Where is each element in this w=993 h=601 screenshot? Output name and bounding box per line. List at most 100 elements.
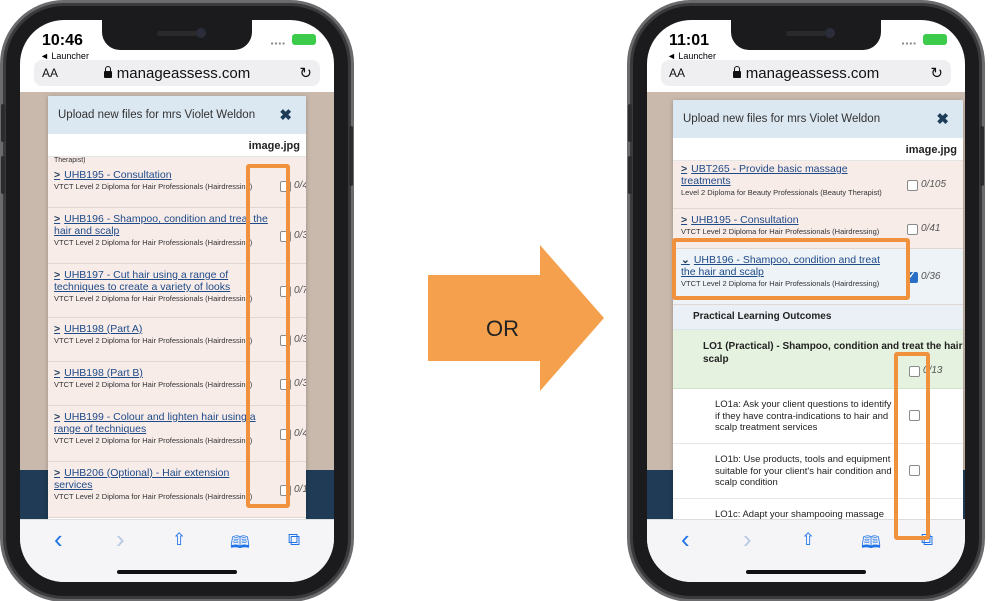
- lo1-checkbox[interactable]: [909, 366, 920, 377]
- chevron-right-icon[interactable]: >: [54, 367, 60, 379]
- modal-header: Upload new files for mrs Violet Weldon ✖: [673, 100, 963, 138]
- bookmarks-icon[interactable]: 🕮: [861, 530, 881, 559]
- unit-row[interactable]: > UHB195 - Consultation VTCT Level 2 Diplo…: [48, 164, 306, 208]
- camera: [825, 28, 835, 38]
- unit-title-link[interactable]: > UHB199 - Colour and lighten hair using …: [54, 411, 268, 435]
- url-label[interactable]: manageassess.com: [661, 65, 951, 82]
- cut-off-text: Therapist): [48, 157, 306, 164]
- chevron-right-icon[interactable]: >: [54, 323, 60, 335]
- learning-outcome-row[interactable]: LO1b: Use products, tools and equipment …: [673, 444, 963, 499]
- chevron-right-icon[interactable]: >: [681, 214, 687, 226]
- qualification-label: VTCT Level 2 Diploma for Hair Profession…: [54, 294, 253, 303]
- bookmarks-icon[interactable]: 🕮: [230, 530, 250, 559]
- file-checkbox[interactable]: [280, 231, 291, 242]
- outcome-checkbox[interactable]: [909, 410, 920, 421]
- home-indicator: [117, 570, 237, 574]
- unit-title-link[interactable]: > UHB206 (Optional) - Hair extension serv…: [54, 467, 268, 491]
- file-checkbox[interactable]: [907, 270, 918, 283]
- unit-row[interactable]: > UHB197 - Cut hair using a range of tech…: [48, 264, 306, 318]
- chevron-down-icon[interactable]: ⌄: [681, 254, 690, 266]
- chevron-right-icon[interactable]: >: [54, 269, 60, 281]
- unit-row[interactable]: > UBT265 - Provide basic massage treatmen…: [673, 161, 963, 209]
- share-icon[interactable]: ⇧: [172, 530, 186, 550]
- battery-icon: [292, 34, 316, 45]
- unit-row[interactable]: > UHB195 - Consultation VTCT Level 2 Diplo…: [673, 209, 963, 249]
- forward-icon[interactable]: ›: [116, 524, 125, 555]
- modal-title: Upload new files for mrs Violet Weldon: [683, 113, 881, 125]
- unit-title-text: UHB196 - Shampoo, condition and treat th…: [54, 213, 268, 237]
- unit-title-link[interactable]: > UHB195 - Consultation: [54, 169, 268, 181]
- tabs-icon[interactable]: ⧉: [921, 530, 933, 550]
- file-checkbox[interactable]: [280, 286, 291, 297]
- address-bar[interactable]: AA manageassess.com ↻: [661, 60, 951, 86]
- unit-list: > UHB195 - Consultation VTCT Level 2 Diplo…: [48, 164, 306, 518]
- reload-icon[interactable]: ↻: [299, 64, 312, 82]
- upload-modal: Upload new files for mrs Violet Weldon ✖…: [48, 96, 306, 528]
- left-screen: 10:46 ◄ Launcher ▪▪▪▪ AA manageassess.co…: [20, 20, 334, 582]
- unit-title-link[interactable]: > UBT265 - Provide basic massage treatmen…: [681, 163, 893, 187]
- unit-title-link[interactable]: > UHB198 (Part A): [54, 323, 268, 335]
- forward-icon[interactable]: ›: [743, 524, 752, 555]
- evidence-count: 0/32: [294, 334, 306, 345]
- qualification-label: VTCT Level 2 Diploma for Hair Profession…: [681, 227, 880, 236]
- close-icon[interactable]: ✖: [936, 110, 949, 128]
- unit-row[interactable]: > UHB196 - Shampoo, condition and treat t…: [48, 208, 306, 264]
- qualification-label: VTCT Level 2 Diploma for Hair Profession…: [681, 279, 880, 288]
- reload-icon[interactable]: ↻: [930, 64, 943, 82]
- qualification-label: VTCT Level 2 Diploma for Hair Profession…: [54, 492, 253, 501]
- unit-title-link[interactable]: > UHB197 - Cut hair using a range of tech…: [54, 269, 268, 293]
- unit-row[interactable]: > UHB198 (Part A) VTCT Level 2 Diploma for…: [48, 318, 306, 362]
- phone-side-button: [1, 104, 5, 142]
- url-text: manageassess.com: [745, 64, 880, 82]
- phone-side-button: [349, 126, 353, 186]
- url-text: manageassess.com: [116, 64, 251, 82]
- launcher-back-link[interactable]: ◄ Launcher: [40, 51, 89, 61]
- unit-title-link[interactable]: > UHB195 - Consultation: [681, 214, 893, 226]
- file-checkbox[interactable]: [280, 485, 291, 496]
- unit-row[interactable]: > UHB206 (Optional) - Hair extension serv…: [48, 462, 306, 518]
- unit-row[interactable]: ⌄ UHB196 - Shampoo, condition and treat t…: [673, 249, 963, 305]
- chevron-right-icon[interactable]: >: [54, 213, 60, 225]
- safari-toolbar: ‹ › ⇧ 🕮 ⧉: [20, 519, 334, 582]
- lock-icon: [732, 65, 741, 78]
- unit-title-text: UHB196 - Shampoo, condition and treat th…: [681, 254, 881, 278]
- file-checkbox[interactable]: [280, 181, 291, 192]
- close-icon[interactable]: ✖: [279, 106, 292, 124]
- share-icon[interactable]: ⇧: [801, 530, 815, 550]
- unit-title-link[interactable]: > UHB196 - Shampoo, condition and treat t…: [54, 213, 268, 237]
- speaker: [786, 31, 826, 36]
- back-icon[interactable]: ‹: [54, 524, 63, 555]
- address-bar[interactable]: AA manageassess.com ↻: [34, 60, 320, 86]
- evidence-count: 0/36: [921, 271, 941, 282]
- file-checkbox[interactable]: [907, 224, 918, 235]
- file-checkbox[interactable]: [280, 429, 291, 440]
- unit-title-text: UHB195 - Consultation: [64, 169, 172, 181]
- unit-title-text: UHB195 - Consultation: [691, 214, 799, 226]
- launcher-back-link[interactable]: ◄ Launcher: [667, 51, 716, 61]
- home-indicator: [746, 570, 866, 574]
- chevron-right-icon[interactable]: >: [54, 467, 60, 479]
- battery-icon: [923, 34, 947, 45]
- modal-header: Upload new files for mrs Violet Weldon ✖: [48, 96, 306, 134]
- evidence-count: 0/35: [294, 378, 306, 389]
- unit-title-link[interactable]: ⌄ UHB196 - Shampoo, condition and treat t…: [681, 254, 893, 278]
- url-label[interactable]: manageassess.com: [34, 65, 320, 82]
- outcome-checkbox[interactable]: [909, 465, 920, 476]
- chevron-right-icon[interactable]: >: [54, 411, 60, 423]
- tabs-icon[interactable]: ⧉: [288, 530, 300, 550]
- file-checkbox[interactable]: [907, 180, 918, 191]
- chevron-right-icon[interactable]: >: [54, 169, 60, 181]
- column-header-image: image.jpg: [48, 134, 306, 157]
- qualification-label: VTCT Level 2 Diploma for Hair Profession…: [54, 336, 253, 345]
- unit-row[interactable]: > UHB199 - Colour and lighten hair using …: [48, 406, 306, 462]
- unit-title-link[interactable]: > UHB198 (Part B): [54, 367, 268, 379]
- chevron-right-icon[interactable]: >: [681, 163, 687, 175]
- column-header-image: image.jpg: [673, 138, 963, 161]
- file-checkbox[interactable]: [280, 335, 291, 346]
- qualification-label: VTCT Level 2 Diploma for Hair Profession…: [54, 182, 253, 191]
- file-checkbox[interactable]: [280, 379, 291, 390]
- evidence-count: 0/36: [294, 230, 306, 241]
- learning-outcome-row[interactable]: LO1a: Ask your client questions to ident…: [673, 389, 963, 444]
- unit-row[interactable]: > UHB198 (Part B) VTCT Level 2 Diploma for…: [48, 362, 306, 406]
- back-icon[interactable]: ‹: [681, 524, 690, 555]
